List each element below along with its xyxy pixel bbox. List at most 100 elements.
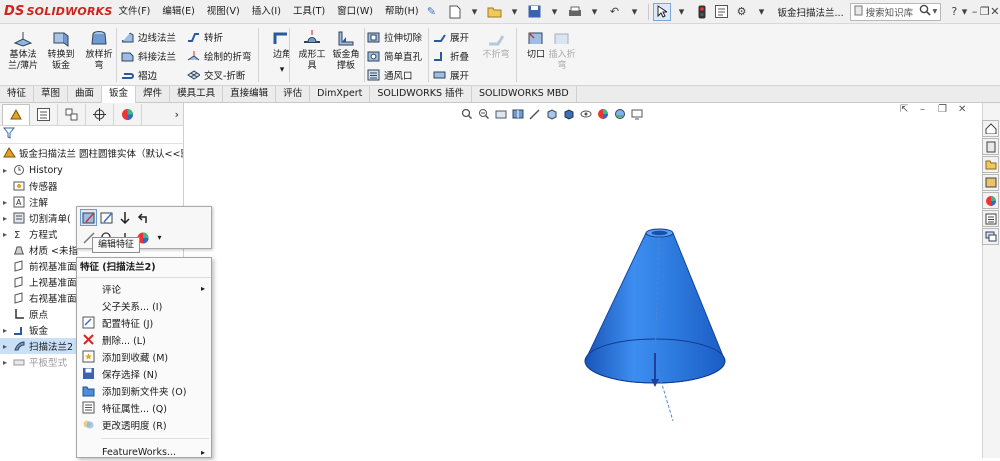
context-menu-item[interactable]: 添加到收藏 (M) — [77, 348, 211, 365]
print-icon[interactable] — [566, 3, 584, 21]
restore-icon[interactable]: ❐ — [980, 5, 990, 18]
custom-properties-icon[interactable] — [982, 210, 999, 227]
edit-sketch-button-icon[interactable] — [98, 209, 115, 226]
forum-icon[interactable] — [982, 228, 999, 245]
pin-menu-icon[interactable]: ✎ — [425, 5, 439, 18]
flatten-button[interactable]: 展开 — [432, 66, 469, 83]
new-document-icon[interactable] — [446, 3, 464, 21]
tab-solidworks-mbd[interactable]: SOLIDWORKS MBD — [472, 86, 577, 103]
tree-expand-arrow-icon[interactable]: ▸ — [0, 166, 10, 175]
options-gear-icon[interactable]: ⚙ — [733, 3, 751, 21]
appearance-dropdown-icon[interactable]: ▾ — [151, 229, 168, 246]
minimize-icon[interactable]: – — [970, 5, 980, 18]
menu-help[interactable]: 帮助(H) — [379, 0, 425, 24]
context-menu-item[interactable]: 删除... (L) — [77, 331, 211, 348]
tab-sketch[interactable]: 草图 — [34, 86, 69, 103]
tab-solidworks-addins[interactable]: SOLIDWORKS 插件 — [370, 86, 473, 103]
context-menu-item[interactable]: 父子关系... (I) — [77, 297, 211, 314]
cone-model[interactable] — [185, 103, 982, 458]
filter-funnel-icon[interactable] — [2, 127, 16, 142]
jog-button[interactable]: 转折 — [186, 28, 223, 45]
tree-filter[interactable] — [0, 126, 183, 144]
unfold-button[interactable]: 展开 — [432, 28, 469, 45]
hem-button[interactable]: 褶边 — [120, 66, 157, 83]
simple-hole-button[interactable]: 简单直孔 — [366, 47, 422, 64]
search-knowledge-base-input[interactable]: 搜索知识库 ▾ — [849, 2, 942, 21]
help-dropdown-icon[interactable]: ▾ — [959, 5, 969, 18]
vent-button[interactable]: 通风口 — [366, 66, 413, 83]
dimxpert-manager-tab-icon[interactable] — [86, 103, 114, 125]
tree-expand-arrow-icon[interactable]: ▸ — [0, 214, 10, 223]
graphics-area[interactable]: ⇱ – ❐ ✕ — [185, 103, 982, 458]
tree-item[interactable]: 传感器 — [0, 178, 183, 194]
tree-root-part[interactable]: 钣金扫描法兰 圆柱圆锥实体（默认<<默认 — [0, 144, 183, 162]
menu-insert[interactable]: 插入(I) — [246, 0, 287, 24]
menu-view[interactable]: 视图(V) — [201, 0, 246, 24]
appearances-scenes-icon[interactable] — [982, 192, 999, 209]
tree-expand-arrow-icon[interactable]: ▸ — [0, 342, 10, 351]
traffic-light-icon[interactable] — [693, 3, 711, 21]
close-icon[interactable]: ✕ — [990, 5, 1000, 18]
context-menu-item[interactable]: 配置特征 (J) — [77, 314, 211, 331]
fold-button[interactable]: 折叠 — [432, 47, 469, 64]
context-menu-item[interactable]: 添加到新文件夹 (O) — [77, 382, 211, 399]
tree-item[interactable]: ▸ History — [0, 162, 183, 178]
menu-edit[interactable]: 编辑(E) — [156, 0, 200, 24]
tree-expand-arrow-icon[interactable]: ▸ — [0, 198, 10, 207]
tab-direct-editing[interactable]: 直接编辑 — [223, 86, 277, 103]
tab-surfaces[interactable]: 曲面 — [68, 86, 103, 103]
menu-tools[interactable]: 工具(T) — [287, 0, 331, 24]
move-to-end-button-icon[interactable] — [116, 209, 133, 226]
solidworks-logo[interactable]: DS SOLIDWORKS — [0, 0, 112, 24]
no-bends-button[interactable]: 不折弯 — [476, 26, 516, 84]
configuration-manager-tab-icon[interactable] — [58, 103, 86, 125]
dropdown-arrow-icon[interactable]: ▾ — [753, 3, 771, 21]
context-menu-item[interactable]: FeatureWorks... ▸ — [77, 444, 211, 461]
undo-icon[interactable]: ↶ — [606, 3, 624, 21]
open-folder-icon[interactable] — [486, 3, 504, 21]
search-scope-icon[interactable] — [854, 5, 863, 19]
file-explorer-icon[interactable] — [982, 156, 999, 173]
miter-flange-button[interactable]: 斜接法兰 — [120, 47, 176, 64]
context-menu-item[interactable]: 保存选择 (N) — [77, 365, 211, 382]
file-properties-icon[interactable] — [713, 3, 731, 21]
tab-sheetmetal[interactable]: 钣金 — [102, 86, 137, 103]
tree-expand-arrow-icon[interactable]: ▸ — [0, 326, 10, 335]
dropdown-arrow-icon[interactable]: ▾ — [586, 3, 604, 21]
tab-mold-tools[interactable]: 模具工具 — [170, 86, 224, 103]
view-palette-icon[interactable] — [982, 174, 999, 191]
dropdown-arrow-icon[interactable]: ▾ — [506, 3, 524, 21]
tree-expand-arrow-icon[interactable]: ▸ — [0, 230, 10, 239]
feature-manager-tab-icon[interactable] — [2, 103, 30, 125]
tab-weldments[interactable]: 焊件 — [136, 86, 171, 103]
context-menu-item[interactable]: 特征属性... (Q) — [77, 399, 211, 416]
context-menu-item[interactable]: 评论 ▸ — [77, 280, 211, 297]
edge-flange-button[interactable]: 边线法兰 — [120, 28, 176, 45]
panel-more-chevron-icon[interactable]: › — [175, 108, 179, 121]
tab-dimxpert[interactable]: DimXpert — [310, 86, 371, 103]
base-flange-button[interactable]: 基体法 兰/薄片 — [3, 26, 43, 84]
insert-bends-button[interactable]: 插入折 弯 — [542, 26, 582, 84]
cross-break-button[interactable]: 交叉-折断 — [186, 66, 245, 83]
convert-to-sheetmetal-button[interactable]: 转换到 钣金 — [41, 26, 81, 84]
menu-file[interactable]: 文件(F) — [112, 0, 156, 24]
dropdown-arrow-icon[interactable]: ▾ — [466, 3, 484, 21]
save-icon[interactable] — [526, 3, 544, 21]
search-dropdown-icon[interactable]: ▾ — [933, 6, 938, 17]
help-button[interactable]: ? — [949, 5, 959, 18]
dropdown-arrow-icon[interactable]: ▾ — [546, 3, 564, 21]
display-manager-tab-icon[interactable] — [114, 103, 142, 125]
design-library-icon[interactable] — [982, 138, 999, 155]
search-icon[interactable] — [919, 4, 931, 19]
dropdown-arrow-icon[interactable]: ▾ — [673, 3, 691, 21]
sketched-bend-button[interactable]: 绘制的折弯 — [186, 47, 252, 64]
extruded-cut-button[interactable]: 拉伸切除 — [366, 28, 422, 45]
rollback-button-icon[interactable] — [134, 209, 151, 226]
select-pointer-icon[interactable] — [652, 2, 671, 21]
context-menu-item[interactable]: 更改透明度 (R) — [77, 416, 211, 433]
tab-features[interactable]: 特征 — [0, 86, 35, 103]
edit-feature-button-icon[interactable] — [80, 209, 97, 226]
dropdown-arrow-icon[interactable]: ▾ — [626, 3, 644, 21]
menu-window[interactable]: 窗口(W) — [331, 0, 379, 24]
sheetmetal-gusset-button[interactable]: 钣金角 撑板 — [326, 26, 366, 84]
